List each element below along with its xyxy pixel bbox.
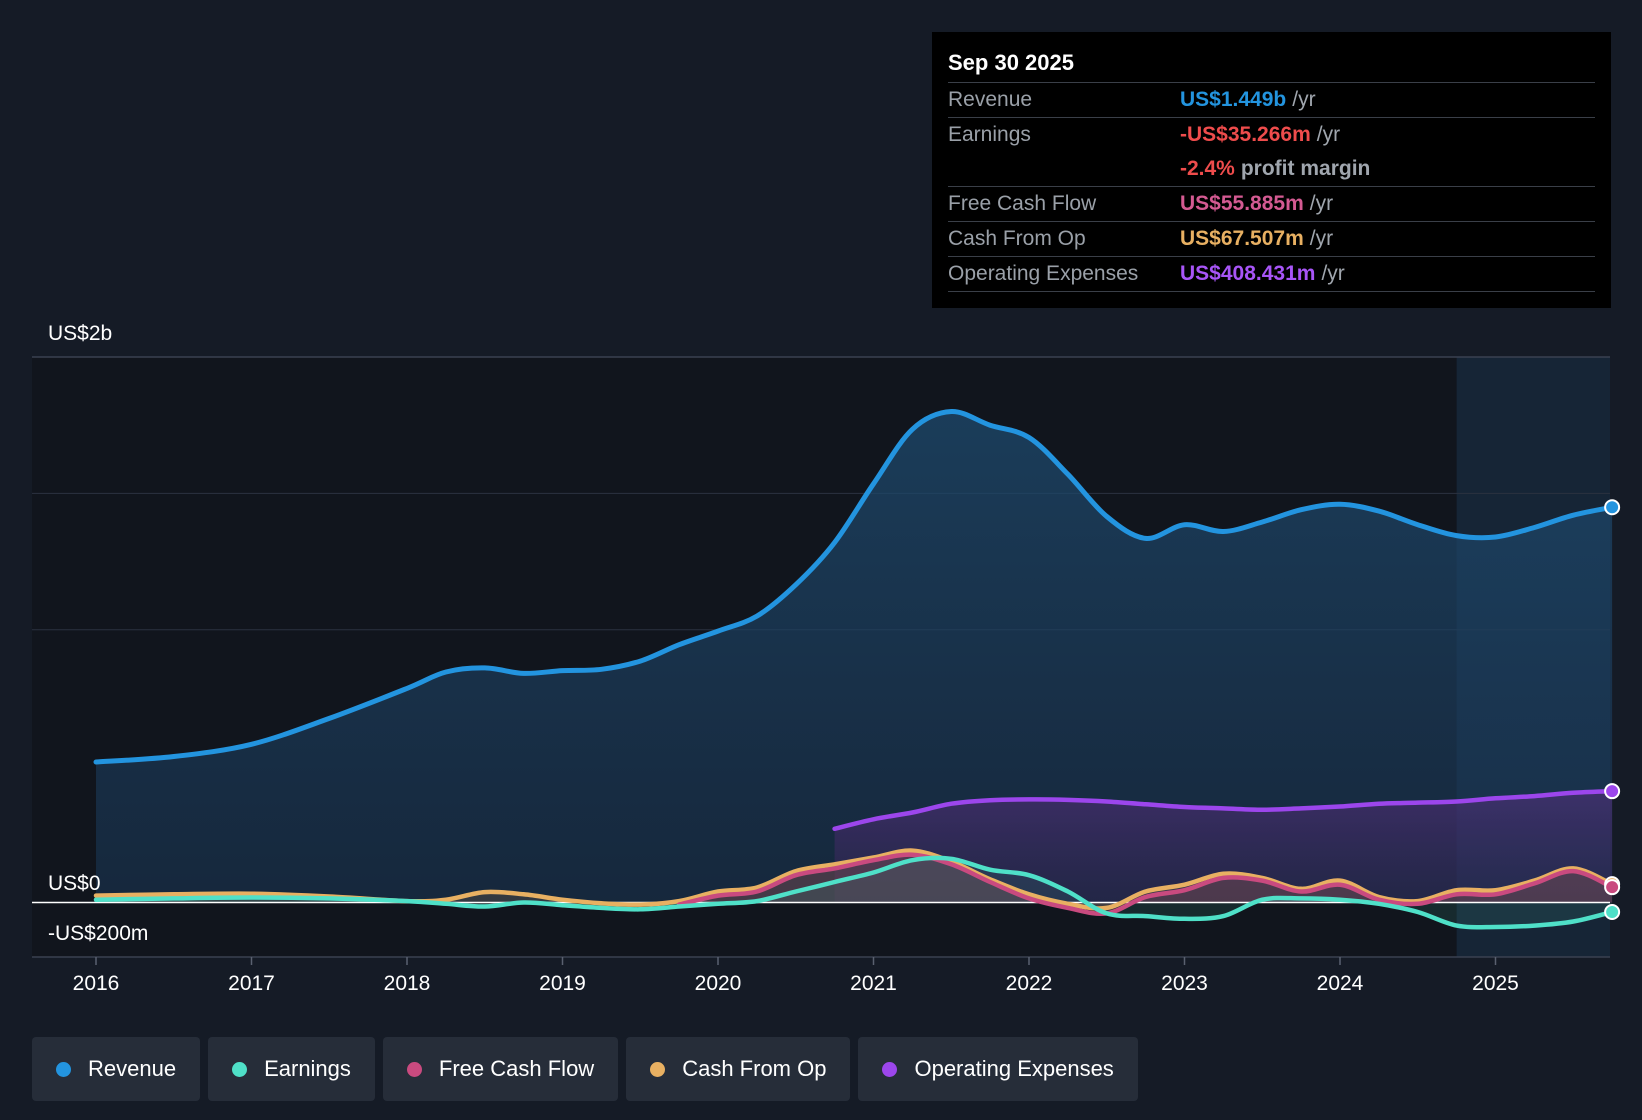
endpoint-earnings [1604,904,1621,920]
x-tick-label-2024: 2024 [1317,972,1364,995]
y-label-bottom: -US$200m [48,922,148,945]
tooltip-row-fcf: Free Cash Flow US$55.885m /yr [948,187,1595,222]
tooltip-row-margin: -2.4% profit margin [948,152,1595,187]
legend-dot-revenue-icon [56,1061,71,1077]
tooltip-value-cfo: US$67.507m [1180,227,1304,250]
legend-item-opex[interactable]: Operating Expenses [858,1037,1138,1101]
legend-label-opex: Operating Expenses [914,1056,1114,1081]
tooltip-margin-text: profit margin [1240,157,1371,180]
tooltip-label-cfo: Cash From Op [948,227,1086,250]
tooltip-unit: /yr [1309,192,1334,215]
legend-item-cfo[interactable]: Cash From Op [626,1037,851,1101]
tooltip-value-opex: US$408.431m [1180,262,1316,285]
tooltip-row-earnings: Earnings -US$35.266m /yr [948,118,1595,152]
tooltip-value-revenue: US$1.449b [1180,88,1287,111]
legend-dot-fcf-icon [406,1061,422,1077]
legend-label-earnings: Earnings [264,1056,351,1081]
legend-label-revenue: Revenue [88,1056,177,1081]
tooltip-row-cfo: Cash From Op US$67.507m /yr [948,222,1595,257]
endpoint-fcf [1604,879,1621,896]
legend-item-revenue[interactable]: Revenue [32,1037,201,1101]
tooltip-unit: /yr [1292,88,1316,111]
tooltip-label-revenue: Revenue [948,88,1033,111]
tooltip-label-fcf: Free Cash Flow [948,192,1097,215]
tooltip-value-margin: -2.4% [1180,157,1235,180]
legend-label-cfo: Cash From Op [682,1056,827,1081]
x-tick-label-2020: 2020 [695,972,742,995]
x-tick-label-2023: 2023 [1161,972,1208,995]
x-tick-label-2018: 2018 [384,972,431,995]
tooltip-row-opex: Operating Expenses US$408.431m /yr [948,257,1595,292]
tooltip-unit: /yr [1321,262,1345,285]
tooltip-label-earnings: Earnings [948,123,1031,146]
legend-item-earnings[interactable]: Earnings [208,1037,375,1101]
endpoint-revenue [1604,499,1621,516]
x-tick-label-2021: 2021 [850,972,897,995]
tooltip-unit: /yr [1309,227,1334,250]
x-tick-label-2025: 2025 [1472,972,1519,995]
tooltip-unit: /yr [1316,123,1341,146]
y-label-zero: US$0 [48,872,101,895]
tooltip-value-fcf: US$55.885m [1180,192,1304,215]
legend-dot-earnings-icon [232,1061,248,1077]
legend-dot-cfo-icon [650,1061,666,1077]
tooltip-label-opex: Operating Expenses [948,262,1139,285]
legend: Revenue Earnings Free Cash Flow Cash Fro… [32,1037,1138,1101]
legend-item-fcf[interactable]: Free Cash Flow [382,1037,619,1101]
tooltip-value-earnings: -US$35.266m [1180,123,1311,146]
x-tick-label-2017: 2017 [228,972,275,995]
tooltip-date: Sep 30 2025 [948,46,1595,83]
legend-dot-opex-icon [882,1061,898,1077]
tooltip-row-revenue: Revenue US$1.449b /yr [948,83,1595,118]
x-tick-label-2022: 2022 [1006,972,1053,995]
endpoint-opex [1604,783,1621,800]
tooltip-panel: Sep 30 2025 Revenue US$1.449b /yr Earnin… [932,32,1611,308]
legend-label-fcf: Free Cash Flow [438,1056,595,1081]
x-tick-label-2016: 2016 [73,972,120,995]
y-label-top: US$2b [48,322,112,345]
x-axis: 2016 2017 2018 2019 2020 2021 2022 2023 2024 2025 [73,957,1519,995]
x-tick-label-2019: 2019 [539,972,586,995]
